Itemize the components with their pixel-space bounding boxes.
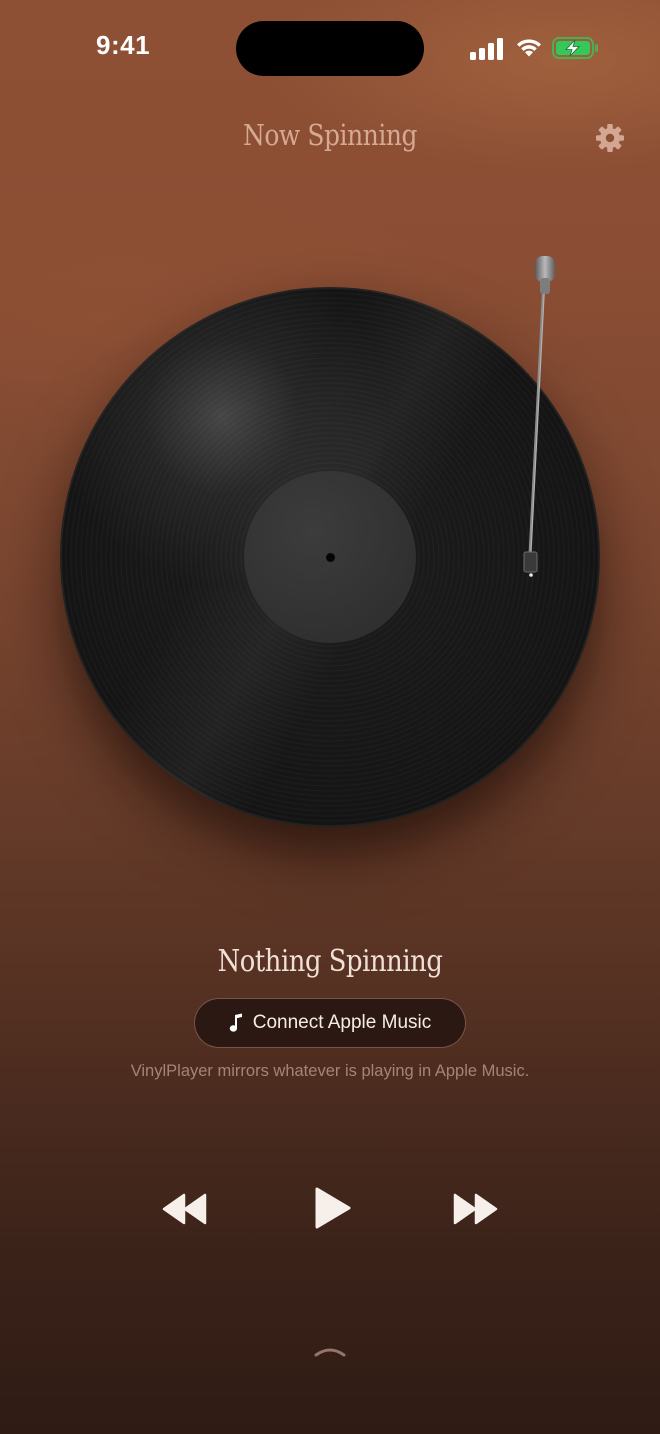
connect-button-label: Connect Apple Music (252, 1012, 432, 1033)
status-time: 9:41 (96, 30, 151, 60)
spindle-hole (326, 553, 335, 562)
page-title: Now Spinning (242, 118, 418, 152)
music-note-icon (229, 1013, 242, 1032)
rewind-icon[interactable] (160, 1190, 210, 1228)
battery-charging-icon (552, 37, 598, 59)
tonearm (523, 256, 555, 577)
hint-text: VinylPlayer mirrors whatever is playing … (130, 1062, 530, 1080)
gear-icon[interactable] (593, 121, 627, 155)
fast-forward-icon[interactable] (450, 1190, 500, 1228)
connect-apple-music-button[interactable]: Connect Apple Music (194, 998, 466, 1048)
track-title: Nothing Spinning (217, 944, 443, 979)
wifi-icon (517, 39, 541, 57)
play-icon[interactable] (309, 1185, 355, 1231)
status-bar: 9:41 (0, 0, 660, 100)
dynamic-island (236, 21, 424, 76)
chevron-up-icon[interactable] (312, 1343, 348, 1359)
signal-icon (470, 38, 503, 60)
